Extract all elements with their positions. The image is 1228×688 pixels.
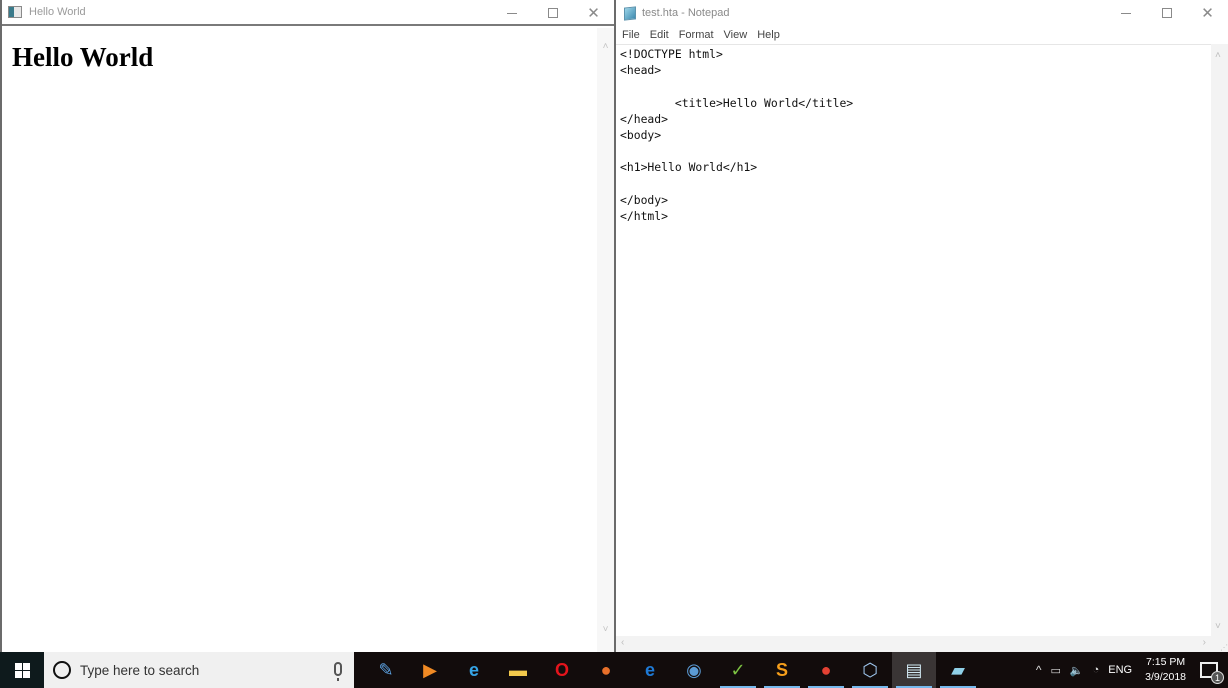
notepad-icon <box>624 5 636 21</box>
file-explorer-icon: ▬ <box>509 660 527 680</box>
menu-edit[interactable]: Edit <box>650 29 669 41</box>
search-box[interactable]: Type here to search <box>44 652 354 688</box>
taskbar-app-firefox[interactable]: ● <box>584 652 628 688</box>
notepad-text-area[interactable]: <!DOCTYPE html> <head> <title>Hello Worl… <box>616 44 1211 636</box>
media-player-icon: ▶ <box>423 660 437 680</box>
desktop: Hello World ✕ Hello World ˄ ˅ test.hta -… <box>0 0 1228 688</box>
taskbar-app-hta-window[interactable]: ▤ <box>892 652 936 688</box>
close-icon: ✕ <box>587 4 600 22</box>
microsoft-edge-icon: e <box>644 660 655 680</box>
clock-time: 7:15 PM <box>1146 656 1186 668</box>
notepad-titlebar[interactable]: test.hta - Notepad ✕ <box>616 0 1228 26</box>
minimize-icon <box>506 12 517 14</box>
notepad-window-title: test.hta - Notepad <box>642 7 730 19</box>
action-center-icon[interactable]: 1 <box>1200 662 1224 684</box>
taskbar-app-windows-live-movie-maker[interactable]: ✎ <box>364 652 408 688</box>
taskbar-app-virtualbox[interactable]: ⬡ <box>848 652 892 688</box>
clock-date: 3/9/2018 <box>1145 671 1186 683</box>
taskbar-app-notepad-plus-plus[interactable]: ✓ <box>716 652 760 688</box>
start-button[interactable] <box>0 652 44 688</box>
opera-icon: O <box>554 660 569 680</box>
scroll-down-arrow-icon[interactable]: ˅ <box>597 621 614 638</box>
scroll-up-arrow-icon[interactable]: ˄ <box>1215 50 1221 61</box>
clock[interactable]: 7:15 PM 3/9/2018 <box>1145 655 1186 685</box>
taskbar: Type here to search ✎ ▶ e ▬ O ● e ◉ ✓ S ● ⬡ ▤ ▰ ^ ▭ 🔈… <box>0 652 1228 688</box>
firefox-icon: ● <box>600 660 612 680</box>
taskbar-app-microsoft-edge[interactable]: e <box>628 652 672 688</box>
menu-file[interactable]: File <box>622 29 640 41</box>
scroll-right-arrow-icon[interactable]: › <box>1203 637 1206 648</box>
google-chrome-icon: ● <box>820 660 832 680</box>
notepad-horizontal-scrollbar[interactable]: ‹ › <box>616 636 1211 652</box>
hta-window-title: Hello World <box>29 6 86 18</box>
menu-view[interactable]: View <box>724 29 748 41</box>
notepad-content[interactable]: <!DOCTYPE html> <head> <title>Hello Worl… <box>616 45 1211 224</box>
maximize-icon <box>547 8 558 18</box>
sublime-text-icon: S <box>775 660 788 680</box>
close-icon: ✕ <box>1201 4 1214 22</box>
size-grip-icon[interactable]: ⋰ <box>1211 636 1228 652</box>
taskbar-app-media-player[interactable]: ▶ <box>408 652 452 688</box>
cortana-icon <box>53 661 71 679</box>
notepad-window: test.hta - Notepad ✕ File Edit Format Vi… <box>616 0 1228 652</box>
scroll-down-arrow-icon[interactable]: ˅ <box>1215 621 1221 632</box>
hta-vertical-scrollbar[interactable]: ˄ ˅ <box>597 28 614 652</box>
menu-help[interactable]: Help <box>757 29 780 41</box>
wifi-icon[interactable]: ◔ <box>1093 664 1100 676</box>
hta-window-icon: ▤ <box>905 660 923 680</box>
notepad-vertical-scrollbar[interactable]: ˄ ˅ <box>1211 44 1228 636</box>
volume-icon[interactable]: 🔈 <box>1070 664 1084 677</box>
notepad-maximize-button[interactable] <box>1146 0 1187 26</box>
maximize-button[interactable] <box>532 0 573 26</box>
taskbar-app-google-chrome[interactable]: ● <box>804 652 848 688</box>
close-button[interactable]: ✕ <box>573 0 614 26</box>
taskbar-app-sublime-text[interactable]: S <box>760 652 804 688</box>
hta-window: Hello World ✕ Hello World ˄ ˅ <box>0 0 616 652</box>
taskbar-app-safari[interactable]: ◉ <box>672 652 716 688</box>
page-heading: Hello World <box>12 42 154 72</box>
show-hidden-icons-icon[interactable]: ^ <box>1036 663 1042 677</box>
taskbar-app-file-explorer[interactable]: ▬ <box>496 652 540 688</box>
notepad-icon: ▰ <box>951 660 965 680</box>
notification-count-badge: 1 <box>1211 671 1224 684</box>
search-placeholder: Type here to search <box>80 662 200 678</box>
notepad-plus-plus-icon: ✓ <box>730 660 746 680</box>
hta-titlebar[interactable]: Hello World ✕ <box>2 0 614 26</box>
system-tray: ^ ▭ 🔈 ◔ ENG 7:15 PM 3/9/2018 1 <box>1036 652 1228 688</box>
minimize-icon <box>1120 12 1131 14</box>
notepad-menubar: File Edit Format View Help <box>616 26 1228 44</box>
taskbar-app-internet-explorer[interactable]: e <box>452 652 496 688</box>
safari-icon: ◉ <box>686 660 702 680</box>
scroll-up-arrow-icon[interactable]: ˄ <box>597 38 614 55</box>
taskbar-app-opera[interactable]: O <box>540 652 584 688</box>
windows-logo-icon <box>14 662 30 678</box>
menu-format[interactable]: Format <box>679 29 714 41</box>
maximize-icon <box>1161 8 1172 18</box>
battery-icon[interactable]: ▭ <box>1051 664 1061 677</box>
microphone-icon[interactable] <box>334 662 342 681</box>
hta-content: Hello World <box>2 28 597 652</box>
windows-live-movie-maker-icon: ✎ <box>378 660 394 680</box>
notepad-close-button[interactable]: ✕ <box>1187 0 1228 26</box>
scroll-left-arrow-icon[interactable]: ‹ <box>621 637 624 648</box>
notepad-minimize-button[interactable] <box>1105 0 1146 26</box>
virtualbox-icon: ⬡ <box>862 660 878 680</box>
hta-app-icon <box>8 6 22 18</box>
taskbar-pinned-apps: ✎ ▶ e ▬ O ● e ◉ ✓ S ● ⬡ ▤ ▰ <box>364 652 980 688</box>
minimize-button[interactable] <box>491 0 532 26</box>
internet-explorer-icon: e <box>468 660 479 680</box>
taskbar-app-notepad[interactable]: ▰ <box>936 652 980 688</box>
language-indicator[interactable]: ENG <box>1108 664 1132 676</box>
